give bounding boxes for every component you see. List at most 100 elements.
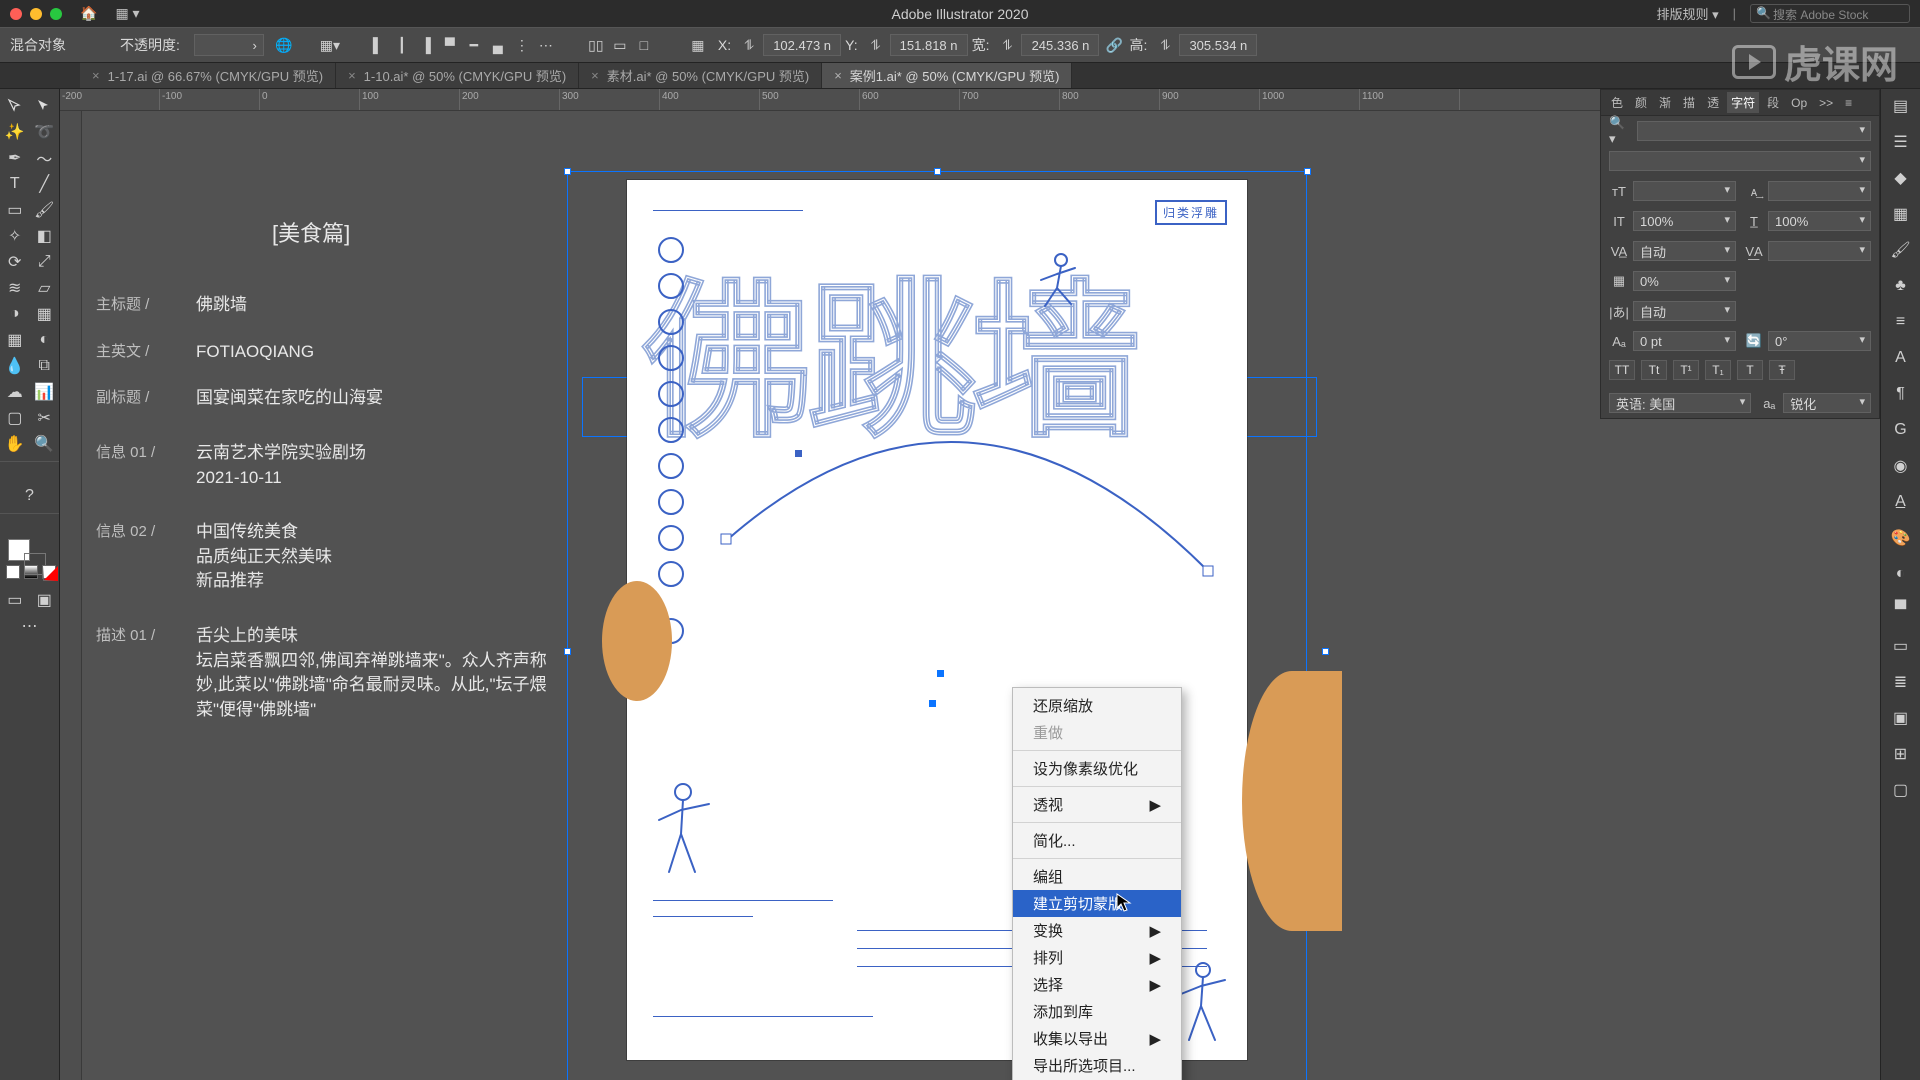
panel-tab[interactable]: 段	[1763, 92, 1783, 113]
character-panel[interactable]: 色颜渐描透字符段Op>>≡ 🔍▾ ᴛT ᴀ͢ ІT100% T̲100% VA̲…	[1600, 89, 1880, 419]
font-style-field[interactable]	[1609, 151, 1871, 171]
panel-tab[interactable]: 渐	[1655, 92, 1675, 113]
type-style-button[interactable]: T	[1737, 360, 1763, 380]
context-menu[interactable]: 还原缩放重做设为像素级优化透视▶简化...编组建立剪切蒙版变换▶排列▶选择▶添加…	[1012, 687, 1182, 1080]
app-title: Adobe Illustrator 2020	[892, 6, 1029, 22]
link-wh-icon[interactable]: 🔗	[1103, 34, 1125, 56]
h-field[interactable]: 305.534 n	[1179, 34, 1257, 56]
search-icon[interactable]: 🔍▾	[1609, 121, 1629, 141]
aki-field[interactable]: 自动	[1633, 301, 1736, 321]
maximize-icon[interactable]	[50, 8, 62, 20]
stroke-icon: ≡	[1890, 311, 1912, 333]
color-guide-icon: ◐	[1890, 563, 1912, 585]
opacity-field[interactable]: ›	[194, 34, 264, 56]
zoom-icon: 🔍	[30, 431, 60, 457]
context-menu-item[interactable]: 透视▶	[1013, 791, 1181, 818]
document-tab[interactable]: ×素材.ai* @ 50% (CMYK/GPU 预览)	[579, 63, 822, 88]
font-family-field[interactable]	[1637, 121, 1871, 141]
type-style-button[interactable]: TT	[1609, 360, 1635, 380]
align-icons[interactable]: ▌ ┃ ▐ ▀ ━ ▄ ⋮ ⋯	[368, 35, 556, 55]
layout-rules-menu[interactable]: 排版规则 ▾	[1656, 4, 1718, 23]
context-menu-item[interactable]: 简化...	[1013, 827, 1181, 854]
tab-label: 1-10.ai* @ 50% (CMYK/GPU 预览)	[364, 66, 566, 85]
kerning-field[interactable]: 自动	[1633, 241, 1736, 261]
hscale-field[interactable]: 100%	[1768, 211, 1871, 231]
panel-tab[interactable]: 色	[1607, 92, 1627, 113]
direct-selection-tool-icon	[30, 93, 60, 119]
baseline-shift-field[interactable]: 0 pt	[1633, 331, 1736, 351]
context-menu-item[interactable]: 排列▶	[1013, 944, 1181, 971]
globe-icon[interactable]: 🌐	[274, 35, 294, 55]
window-controls[interactable]	[10, 8, 62, 20]
type-style-button[interactable]: Tt	[1641, 360, 1667, 380]
width-icon: ≋	[0, 275, 30, 301]
context-menu-item[interactable]: 还原缩放	[1013, 692, 1181, 719]
panel-tab[interactable]: >>	[1815, 94, 1837, 112]
antialias-field[interactable]: 锐化	[1783, 393, 1871, 413]
adobe-stock-search[interactable]: 🔍 搜索 Adobe Stock	[1750, 4, 1910, 23]
vscale-field[interactable]: 100%	[1633, 211, 1736, 231]
bento-icon[interactable]: ▦ ▾	[115, 5, 139, 22]
distribute-icons[interactable]: ▯▯▭□	[586, 35, 654, 55]
tsume-icon: ▦	[1609, 271, 1629, 291]
right-dock[interactable]: ▤ ☰ ◆ ▦ 🖌 ♣ ≡ A ¶ G ◉ A̲ 🎨 ◐ ▀ ▭ ≣ ▣ ⊞ ▢	[1880, 89, 1920, 1080]
stamp-box: 归类浮雕	[1155, 200, 1227, 225]
panel-tab[interactable]: 字符	[1727, 92, 1759, 113]
graph-icon: 📊	[30, 379, 60, 405]
panel-tab[interactable]: 颜	[1631, 92, 1651, 113]
align-right-icon: ▐	[416, 35, 436, 55]
context-menu-item[interactable]: 导出所选项目...	[1013, 1052, 1181, 1079]
transform-icon[interactable]: ▦	[688, 35, 708, 55]
context-menu-item[interactable]: 建立剪切蒙版	[1013, 890, 1181, 917]
home-icon[interactable]: 🏠	[80, 5, 97, 22]
document-tab[interactable]: × 1-10.ai* @ 50% (CMYK/GPU 预览)	[336, 63, 579, 88]
mac-titlebar: 🏠 ▦ ▾ Adobe Illustrator 2020 排版规则 ▾ | 🔍 …	[0, 0, 1920, 27]
document-tab[interactable]: ×1-17.ai @ 66.67% (CMYK/GPU 预览)	[80, 63, 336, 88]
tsume-field[interactable]: 0%	[1633, 271, 1736, 291]
tracking-icon: V͟A	[1744, 241, 1764, 261]
notes-row: 信息 01 /云南艺术学院实验剧场 2021-10-11	[96, 441, 556, 490]
close-tab-icon[interactable]: ×	[591, 68, 599, 83]
context-menu-item[interactable]: 编组	[1013, 863, 1181, 890]
document-tab[interactable]: ×案例1.ai* @ 50% (CMYK/GPU 预览)	[822, 63, 1072, 88]
panel-tab[interactable]: 透	[1703, 92, 1723, 113]
swatches-icon: ▦	[1890, 203, 1912, 225]
w-field[interactable]: 245.336 n	[1021, 34, 1099, 56]
grid-icon[interactable]: ▦▾	[320, 35, 340, 55]
x-field[interactable]: 102.473 n	[763, 34, 841, 56]
context-menu-item[interactable]: 变换▶	[1013, 917, 1181, 944]
stepper-icon[interactable]: ⥮	[1155, 35, 1175, 55]
type-style-buttons[interactable]: TT Tt T¹ T₁ TŦ	[1601, 356, 1879, 388]
minimize-icon[interactable]	[30, 8, 42, 20]
context-menu-item[interactable]: 选择▶	[1013, 971, 1181, 998]
char-rotate-field[interactable]: 0°	[1768, 331, 1871, 351]
context-menu-item[interactable]: 添加到库	[1013, 998, 1181, 1025]
context-menu-item[interactable]: 设为像素级优化	[1013, 755, 1181, 782]
close-tab-icon[interactable]: ×	[92, 68, 100, 83]
language-field[interactable]: 英语: 美国	[1609, 393, 1751, 413]
type-style-button[interactable]: T₁	[1705, 360, 1731, 380]
align-hcenter-icon: ┃	[392, 35, 412, 55]
align-icon: ≣	[1890, 671, 1912, 693]
stepper-icon[interactable]: ⥮	[739, 35, 759, 55]
y-field[interactable]: 151.818 n	[890, 34, 968, 56]
close-icon[interactable]	[10, 8, 22, 20]
type-style-button[interactable]: Ŧ	[1769, 360, 1795, 380]
tracking-field[interactable]	[1768, 241, 1871, 261]
figure-right-icon	[1173, 960, 1243, 1065]
submenu-arrow-icon: ▶	[1149, 796, 1161, 814]
panel-menu-icon[interactable]: ≡	[1841, 94, 1856, 112]
close-tab-icon[interactable]: ×	[348, 68, 356, 83]
stepper-icon[interactable]: ⥮	[866, 35, 886, 55]
type-style-button[interactable]: T¹	[1673, 360, 1699, 380]
panel-tab[interactable]: Op	[1787, 94, 1811, 112]
leading-field[interactable]	[1768, 181, 1871, 201]
tools-panel[interactable]: ✨ ➰ ✒ 〜 T ╱ ▭ 🖌 ✧ ◧ ⟳ ⤢ ≋ ▱ ◑ ▦ ▦ ◐ 💧 ⧉ …	[0, 89, 60, 1080]
close-tab-icon[interactable]: ×	[834, 68, 842, 83]
align-top-icon: ▀	[440, 35, 460, 55]
stepper-icon[interactable]: ⥮	[997, 35, 1017, 55]
font-size-field[interactable]	[1633, 181, 1736, 201]
context-menu-item[interactable]: 收集以导出▶	[1013, 1025, 1181, 1052]
panel-tab[interactable]: 描	[1679, 92, 1699, 113]
align-left-icon: ▌	[368, 35, 388, 55]
